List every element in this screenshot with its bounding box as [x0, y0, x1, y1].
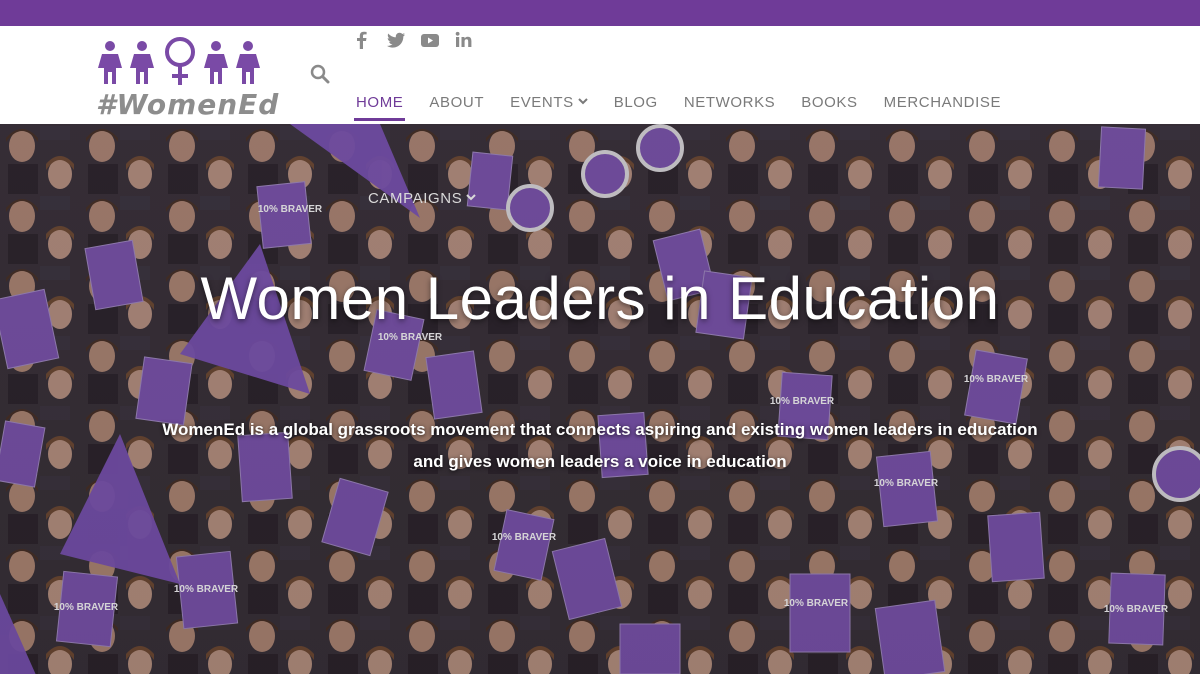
main-nav: HOME ABOUT EVENTS BLOG NETWORKS BOOKS ME…: [353, 94, 1027, 121]
search-icon[interactable]: [310, 64, 332, 86]
nav-networks[interactable]: NETWORKS: [684, 94, 775, 112]
top-accent-bar: [0, 0, 1200, 26]
social-links: [352, 30, 474, 50]
site-header: #WomenEd HOME ABOUT EVENTS BLOG NETWORKS…: [0, 26, 1200, 124]
chevron-down-icon: [466, 194, 477, 201]
youtube-icon[interactable]: [420, 30, 440, 50]
nav-campaigns[interactable]: CAMPAIGNS: [368, 190, 477, 207]
chevron-down-icon: [578, 98, 588, 105]
hero-banner: 10% BRAVER 10% BRAVER 10% BRAVER 10% BRAVER…: [0, 124, 1200, 674]
facebook-icon[interactable]: [352, 30, 372, 50]
linkedin-icon[interactable]: [454, 30, 474, 50]
hero-subtitle: WomenEd is a global grassroots movement …: [80, 414, 1120, 478]
nav-events[interactable]: EVENTS: [510, 94, 588, 112]
nav-home[interactable]: HOME: [353, 94, 406, 121]
nav-merchandise[interactable]: MERCHANDISE: [884, 94, 1001, 112]
site-logo[interactable]: #WomenEd: [96, 36, 278, 121]
nav-blog[interactable]: BLOG: [614, 94, 658, 112]
hero-title: Women Leaders in Education: [200, 265, 1000, 332]
nav-campaigns-label: CAMPAIGNS: [368, 190, 463, 207]
hero-subtitle-line2: and gives women leaders a voice in educa…: [413, 452, 787, 471]
nav-about[interactable]: ABOUT: [429, 94, 484, 112]
hero-subtitle-line1: WomenEd is a global grassroots movement …: [162, 420, 1038, 439]
twitter-icon[interactable]: [386, 30, 406, 50]
nav-events-label: EVENTS: [510, 94, 574, 111]
logo-figures-icon: [98, 37, 260, 85]
logo-text: #WomenEd: [96, 88, 280, 121]
hero-overlay: [0, 124, 1200, 674]
nav-books[interactable]: BOOKS: [801, 94, 857, 112]
